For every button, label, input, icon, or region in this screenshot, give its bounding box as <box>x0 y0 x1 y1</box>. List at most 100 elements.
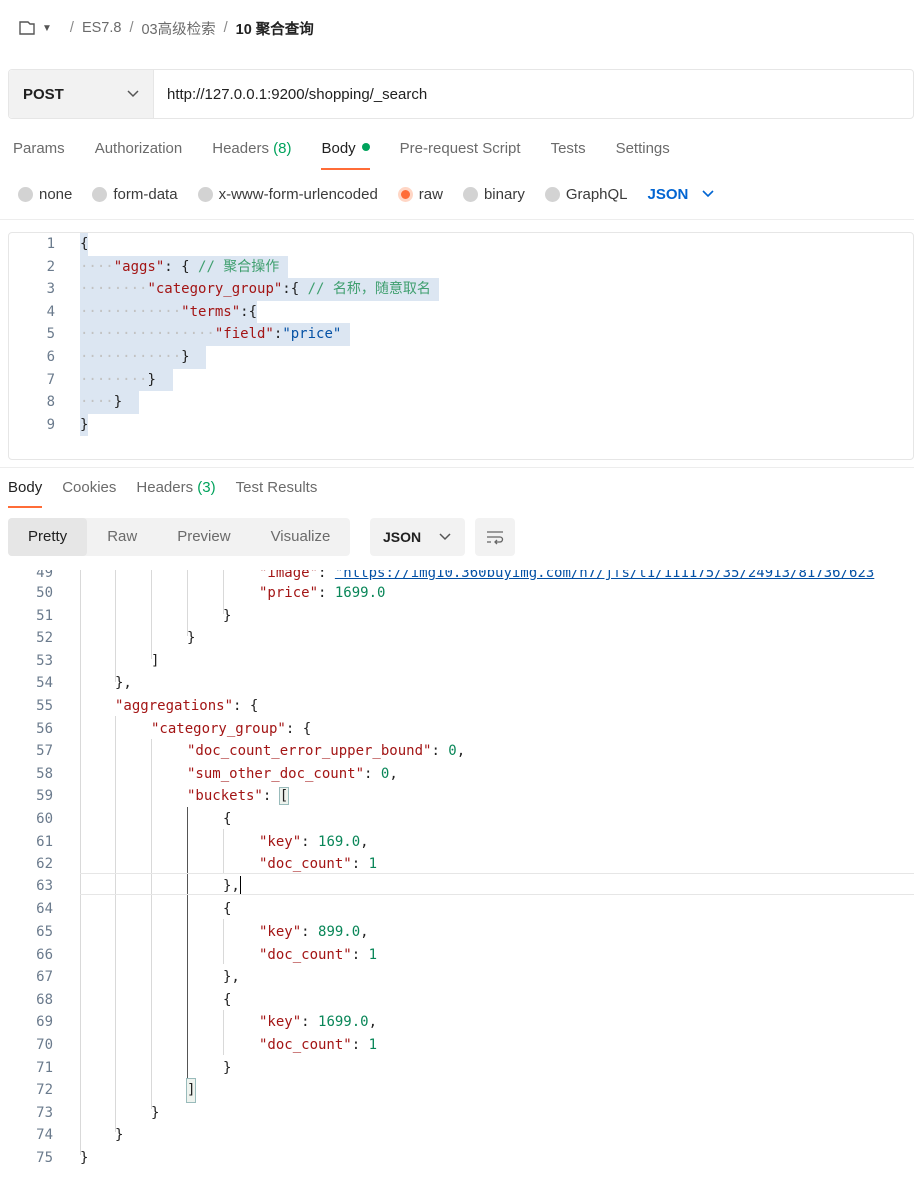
radio-urlencoded[interactable]: x-www-form-urlencoded <box>197 186 378 203</box>
code-line: 59 "buckets": [ <box>0 785 914 808</box>
radio-none[interactable]: none <box>18 186 72 203</box>
view-mode-segmented: Pretty Raw Preview Visualize <box>8 518 351 556</box>
tab-body-label: Body <box>321 140 356 157</box>
json-punct: : <box>301 1014 319 1031</box>
breadcrumb-item-folder[interactable]: 03高级检索 <box>141 18 215 39</box>
tab-headers[interactable]: Headers (8) <box>212 136 291 170</box>
code-text: ········} <box>80 368 173 392</box>
json-number: 1699.0 <box>334 585 386 601</box>
json-link[interactable]: "https://img10.360buyimg.com/n7/jfs/t1/1… <box>335 570 874 581</box>
code-text: { <box>223 811 232 827</box>
code-line: 6 ············} <box>9 346 913 369</box>
code-line: 64 { <box>0 898 914 921</box>
radio-button[interactable] <box>462 186 478 202</box>
indent-dots: ···· <box>80 258 114 275</box>
code-line: 54}, <box>0 672 914 695</box>
collection-icon[interactable] <box>18 20 36 36</box>
code-text: } <box>223 607 232 624</box>
line-number: 9 <box>46 416 55 433</box>
code-line: 2 ····"aggs": { // 聚合操作 <box>9 255 913 279</box>
json-punct: : <box>318 585 335 601</box>
code-line: 61 "key": 169.0, <box>0 831 914 854</box>
line-number: 53 <box>36 652 53 669</box>
code-text: ····} <box>80 391 140 414</box>
line-number: 62 <box>36 856 53 873</box>
radio-graphql[interactable]: GraphQL <box>544 185 628 203</box>
response-headers-count: (3) <box>197 479 216 496</box>
json-key: "field" <box>214 326 274 343</box>
line-number: 52 <box>36 630 53 647</box>
code-line: 70 "doc_count": 1 <box>0 1034 914 1057</box>
url-input[interactable]: http://127.0.0.1:9200/shopping/_search <box>154 70 427 118</box>
code-text: "price": 1699.0 <box>259 582 385 605</box>
json-key: "terms" <box>181 303 241 320</box>
request-name[interactable]: 10 聚合查询 <box>236 18 314 39</box>
format-label: JSON <box>383 529 422 545</box>
code-line: 1{ <box>9 233 913 256</box>
json-punct: : <box>301 833 319 850</box>
language-label: JSON <box>647 185 689 203</box>
tab-cookies[interactable]: Cookies <box>62 476 116 508</box>
tab-headers-label: Headers <box>212 140 269 157</box>
response-format-select[interactable]: JSON <box>370 518 465 556</box>
code-line: 5 ················"field":"price" <box>9 323 913 346</box>
tab-settings[interactable]: Settings <box>616 136 670 170</box>
tab-response-headers[interactable]: Headers (3) <box>136 476 215 508</box>
code-line: 57 "doc_count_error_upper_bound": 0, <box>0 740 914 763</box>
code-text: "key": 1699.0, <box>259 1011 377 1034</box>
json-key: "price" <box>259 585 319 601</box>
radio-button[interactable] <box>197 186 213 202</box>
radio-label: GraphQL <box>565 185 628 203</box>
code-line: 51} <box>0 605 914 628</box>
json-punct: , <box>360 924 369 940</box>
json-key: "buckets" <box>187 788 263 805</box>
line-number: 72 <box>36 1082 53 1099</box>
divider <box>0 467 914 468</box>
code-text: } <box>80 1150 89 1166</box>
tab-test-results[interactable]: Test Results <box>236 476 318 508</box>
code-line: 60 { <box>0 808 914 831</box>
request-body-editor[interactable]: 1{ 2 ····"aggs": { // 聚合操作 3 ········"cate… <box>8 232 914 460</box>
line-number: 69 <box>36 1014 53 1031</box>
view-pretty[interactable]: Pretty <box>8 518 88 556</box>
code-line: 65 "key": 899.0, <box>0 921 914 944</box>
json-punct: : { <box>233 698 259 714</box>
tab-authorization[interactable]: Authorization <box>95 136 183 170</box>
indent-dots: ········ <box>80 281 148 298</box>
radio-binary[interactable]: binary <box>462 186 525 203</box>
json-punct: : <box>351 946 369 963</box>
code-line: 52} <box>0 627 914 650</box>
json-punct: } <box>113 394 123 411</box>
line-number: 51 <box>36 607 53 624</box>
json-key: "doc_count_error_upper_bound" <box>187 743 432 760</box>
radio-form-data[interactable]: form-data <box>92 186 178 203</box>
response-body-viewer[interactable]: 49 "image": "https://img10.360buyimg.com/… <box>0 570 914 1177</box>
radio-button[interactable] <box>544 186 560 202</box>
language-select[interactable]: JSON <box>648 186 715 203</box>
response-tabs: Body Cookies Headers (3) Test Results <box>8 476 337 508</box>
method-select[interactable]: POST <box>9 70 154 118</box>
tab-prerequest-script[interactable]: Pre-request Script <box>400 136 521 170</box>
tab-response-body[interactable]: Body <box>8 476 43 508</box>
line-number: 74 <box>36 1127 53 1144</box>
radio-button-selected[interactable] <box>397 186 413 202</box>
json-punct: , <box>456 743 466 760</box>
line-number: 70 <box>36 1037 53 1053</box>
radio-button[interactable] <box>92 186 108 202</box>
wrap-lines-button[interactable] <box>475 518 515 556</box>
tab-params[interactable]: Params <box>13 136 65 170</box>
view-raw[interactable]: Raw <box>87 518 157 556</box>
tab-body[interactable]: Body <box>321 136 370 170</box>
view-preview[interactable]: Preview <box>157 518 250 556</box>
line-number: 57 <box>36 743 53 760</box>
tab-tests[interactable]: Tests <box>551 136 586 170</box>
json-punct: :{ <box>282 281 308 298</box>
line-number: 55 <box>36 698 53 714</box>
code-line: 56 "category_group": { <box>0 718 914 741</box>
caret-down-icon[interactable]: ▼ <box>42 23 52 34</box>
radio-button[interactable] <box>18 186 33 202</box>
line-number: 59 <box>36 788 53 805</box>
view-visualize[interactable]: Visualize <box>251 518 351 556</box>
radio-raw[interactable]: raw <box>397 186 443 203</box>
breadcrumb-item-collection[interactable]: ES7.8 <box>82 20 122 36</box>
